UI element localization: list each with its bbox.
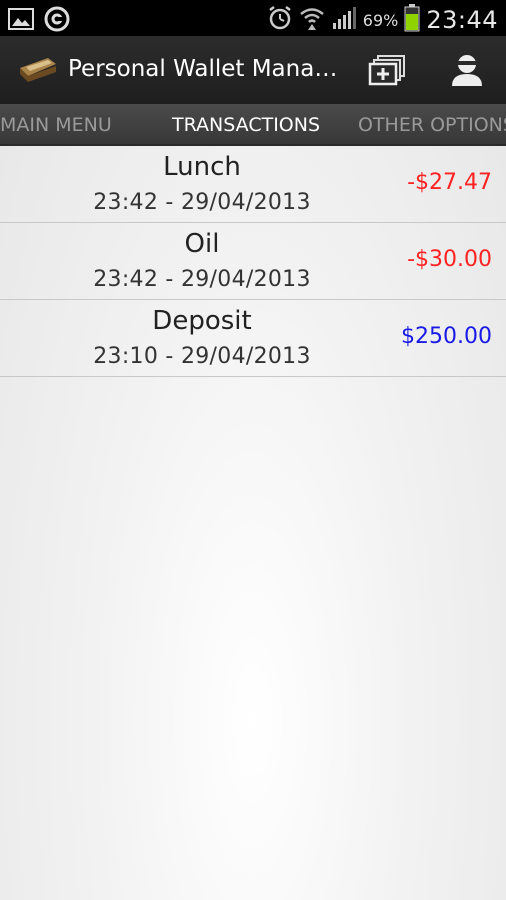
tab-strip: MAIN MENU TRANSACTIONS OTHER OPTIONS — [0, 104, 506, 146]
signal-icon — [331, 5, 357, 35]
tab-other-options[interactable]: OTHER OPTIONS — [358, 114, 506, 136]
transaction-datetime: 23:42 - 29/04/2013 — [93, 267, 311, 292]
battery-percent: 69% — [362, 10, 399, 30]
transaction-row[interactable]: Oil 23:42 - 29/04/2013 -$30.00 — [0, 223, 506, 300]
sync-icon — [44, 6, 70, 36]
alarm-icon — [267, 5, 293, 35]
transaction-name: Lunch — [163, 152, 241, 182]
app-bar: Personal Wallet Mana… — [0, 36, 506, 104]
transaction-amount: -$30.00 — [407, 247, 492, 272]
transaction-row[interactable]: Deposit 23:10 - 29/04/2013 $250.00 — [0, 300, 506, 377]
transaction-name: Deposit — [152, 306, 252, 336]
transaction-datetime: 23:10 - 29/04/2013 — [93, 344, 311, 369]
wallet-icon[interactable] — [18, 54, 58, 88]
transaction-name: Oil — [184, 229, 220, 259]
transaction-amount: $250.00 — [401, 324, 492, 349]
transaction-row[interactable]: Lunch 23:42 - 29/04/2013 -$27.47 — [0, 146, 506, 223]
transaction-list: Lunch 23:42 - 29/04/2013 -$27.47 Oil 23:… — [0, 146, 506, 377]
tab-transactions[interactable]: TRANSACTIONS — [172, 114, 320, 136]
add-account-icon[interactable] — [368, 50, 410, 90]
wifi-icon — [299, 5, 325, 35]
app-title: Personal Wallet Mana… — [68, 56, 338, 82]
profile-icon[interactable] — [446, 50, 488, 90]
transaction-amount: -$27.47 — [407, 170, 492, 195]
gallery-icon — [8, 7, 34, 35]
status-clock: 23:44 — [426, 6, 498, 34]
transaction-datetime: 23:42 - 29/04/2013 — [93, 190, 311, 215]
battery-icon — [404, 4, 420, 36]
status-bar: 69% 23:44 — [0, 0, 506, 36]
tab-main-menu[interactable]: MAIN MENU — [0, 114, 112, 136]
